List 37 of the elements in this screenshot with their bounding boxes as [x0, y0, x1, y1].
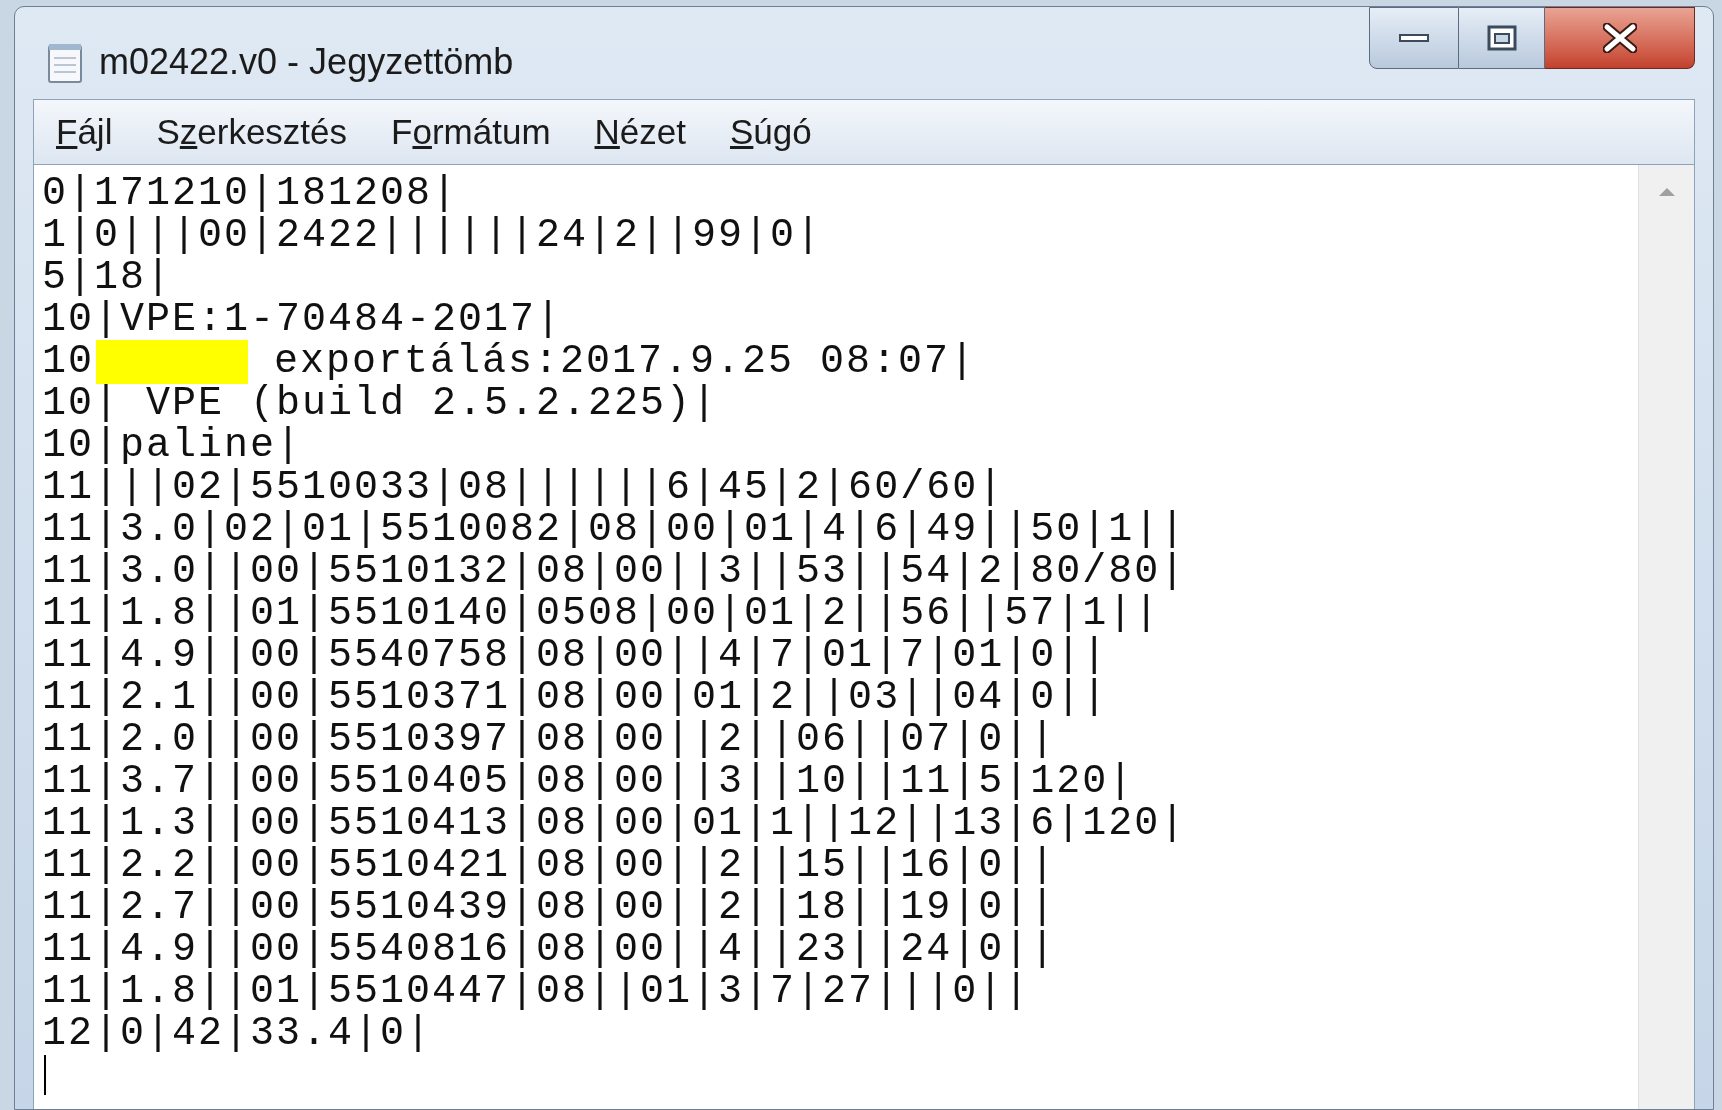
text-line: 11|1.8||01|5510140|0508|00|01|2||56||57|1||	[42, 593, 1161, 635]
text-line: 5|18|	[42, 257, 173, 299]
text-line: 12|0|42|33.4|0|	[42, 1013, 433, 1055]
menu-item[interactable]: Súgó	[730, 105, 812, 159]
text-line: 11|4.9||00|5540816|08|00||4||23||24|0||	[42, 929, 1057, 971]
minimize-button[interactable]	[1369, 7, 1459, 69]
text-line: 11|3.7||00|5510405|08|00||3||10||11|5|120|	[42, 761, 1135, 803]
text-line: 11|1.8||01|5510447|08||01|3|7|27|||0||	[42, 971, 1031, 1013]
minimize-icon	[1399, 33, 1429, 43]
text-line: 11|1.3||00|5510413|08|00|01|1||12||13|6|120|	[42, 803, 1187, 845]
text-line: 11|2.0||00|5510397|08|00||2||06||07|0||	[42, 719, 1057, 761]
text-line: 11|4.9||00|5540758|08|00||4|7|01|7|01|0||	[42, 635, 1109, 677]
menu-item[interactable]: Formátum	[391, 105, 551, 159]
text-line: 11|3.0|02|01|5510082|08|00|01|4|6|49||50|1||	[42, 509, 1187, 551]
maximize-icon	[1486, 25, 1517, 51]
scroll-up-arrow-icon	[1657, 187, 1676, 197]
close-button[interactable]	[1545, 7, 1695, 69]
text-line: 11|2.2||00|5510421|08|00||2||15||16|0||	[42, 845, 1057, 887]
text-line: 10| VPE (build 2.5.2.225)|	[42, 383, 719, 425]
text-line: 0|171210|181208|	[42, 173, 459, 215]
menu-item[interactable]: Fájl	[56, 105, 113, 159]
text-line: 11|3.0||00|5510132|08|00||3||53||54|2|80/80|	[42, 551, 1187, 593]
text-line: 11|||02|5510033|08||||||6|45|2|60/60|	[42, 467, 1005, 509]
text-line: 10|VPE:1-70484-2017|	[42, 299, 563, 341]
text-line: 11|2.1||00|5510371|08|00|01|2||03||04|0||	[42, 677, 1109, 719]
text-line: exportálás:2017.9.25 08:07|	[273, 341, 977, 383]
text-cursor	[44, 1055, 46, 1095]
text-line: 10	[42, 341, 94, 383]
vertical-scrollbar[interactable]	[1638, 165, 1694, 1109]
text-line: 10|paline|	[42, 425, 303, 467]
text-line: 1|0|||00|2422||||||24|2||99|0|	[42, 215, 823, 257]
close-icon	[1602, 23, 1637, 53]
menu-item[interactable]: Nézet	[594, 105, 686, 159]
menu-item[interactable]: Szerkesztés	[156, 105, 348, 159]
window-title: m02422.v0 - Jegyzettömb	[99, 40, 514, 84]
text-line: 11|2.7||00|5510439|08|00||2||18||19|0||	[42, 887, 1057, 929]
maximize-button[interactable]	[1459, 7, 1545, 69]
